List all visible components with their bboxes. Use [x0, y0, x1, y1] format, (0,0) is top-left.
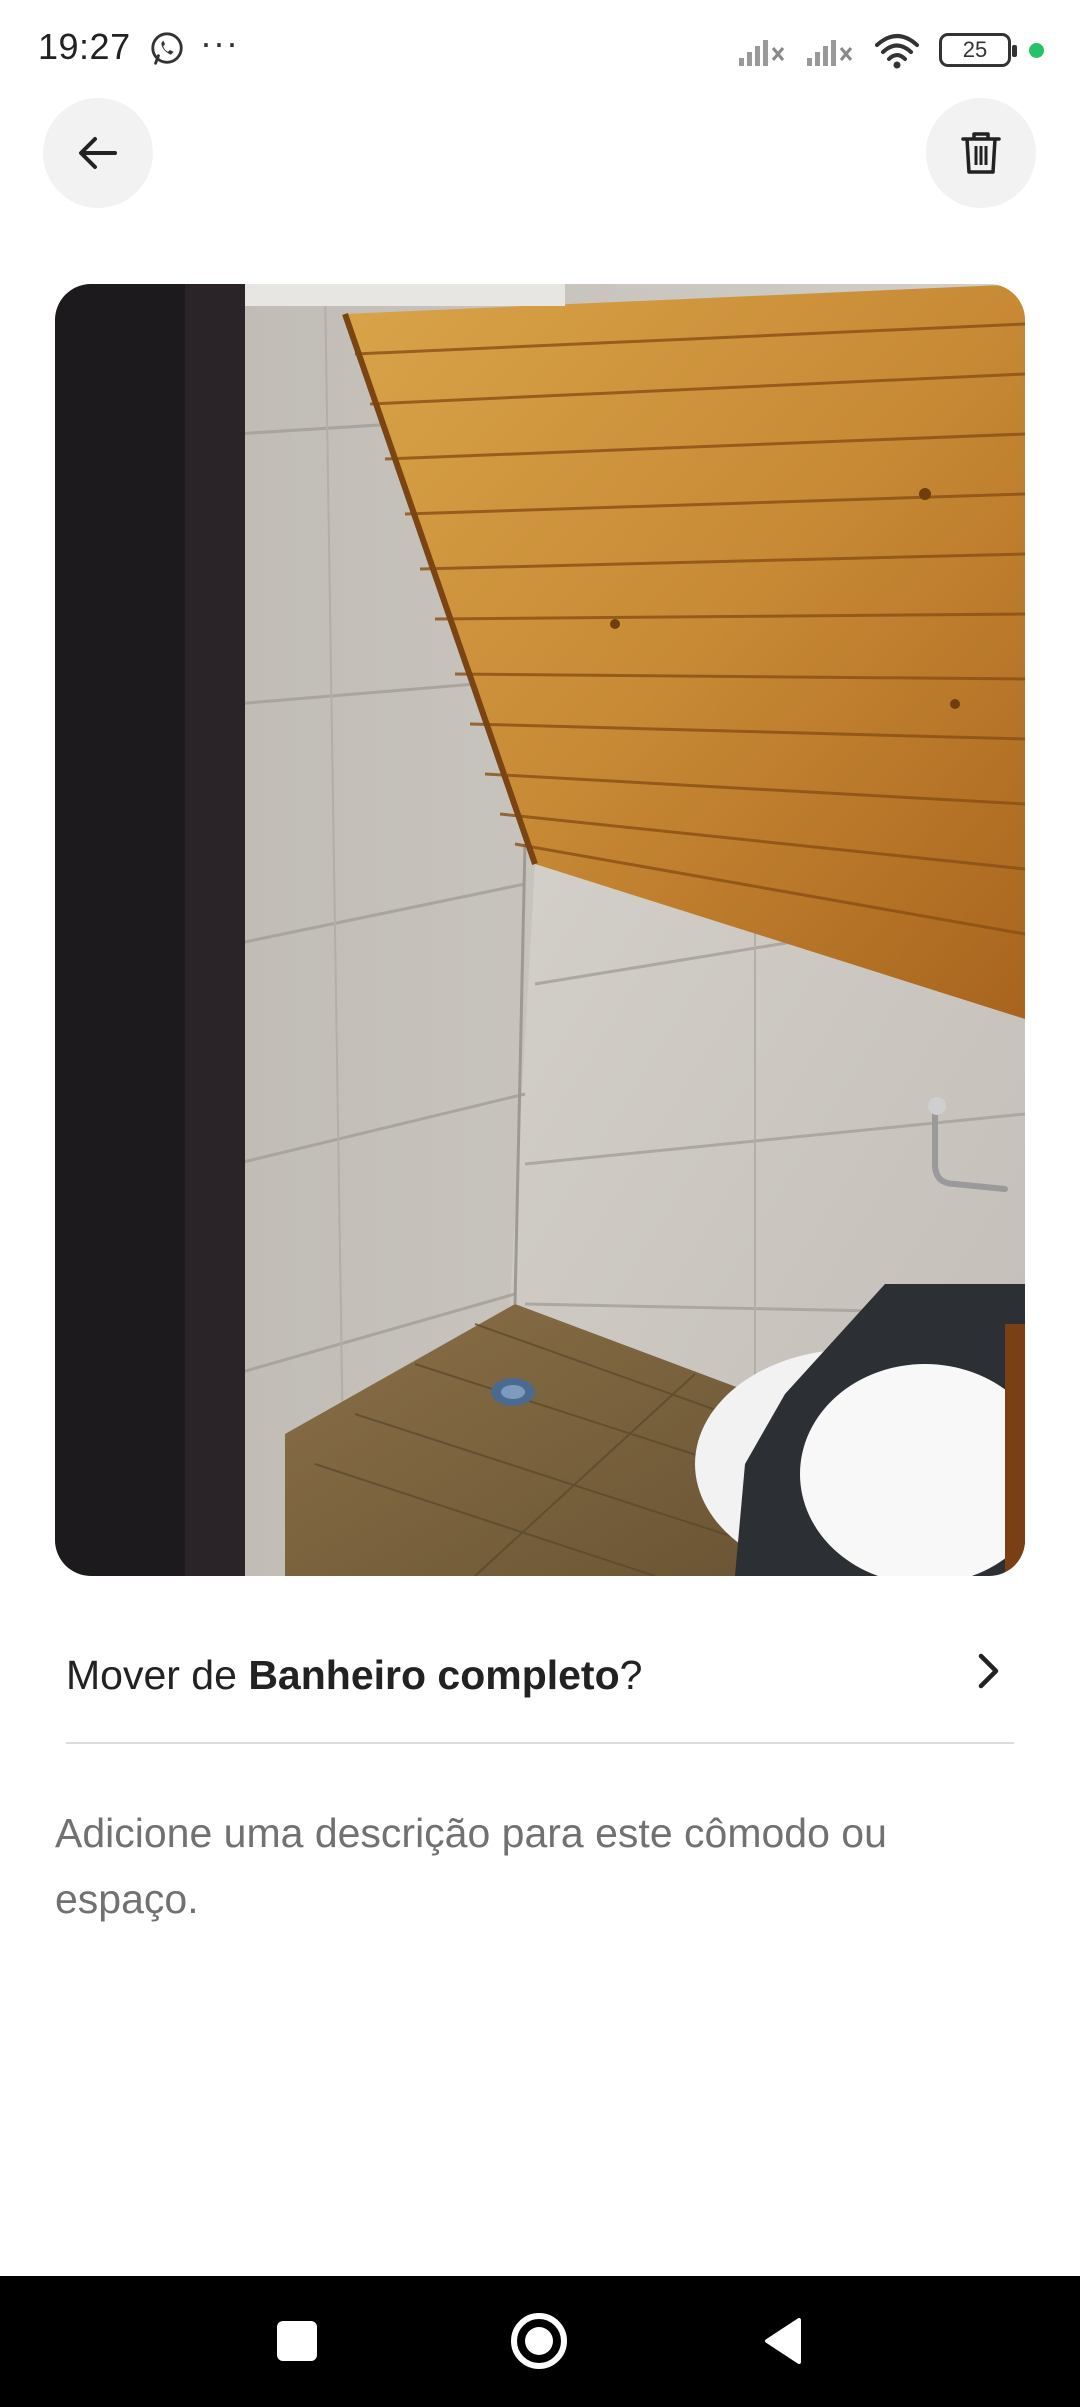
arrow-left-icon	[79, 137, 117, 169]
move-room-text: Mover de Banheiro completo?	[66, 1652, 642, 1699]
system-nav-bar	[0, 2276, 1080, 2407]
status-bar: 19:27 ··· 25	[0, 0, 1080, 96]
recents-button[interactable]	[262, 2306, 332, 2376]
move-prefix: Mover de	[66, 1651, 249, 1698]
status-icons: 25	[737, 30, 1044, 70]
signal-icon	[739, 40, 785, 66]
delete-button[interactable]	[926, 98, 1036, 208]
signal-icon	[807, 40, 853, 66]
status-time: 19:27	[38, 26, 131, 67]
nav-back-button[interactable]	[748, 2306, 818, 2376]
privacy-indicator	[1029, 42, 1044, 58]
battery-level: 25	[962, 37, 988, 62]
photo-image	[55, 284, 1025, 1576]
chevron-right-icon	[978, 1653, 999, 1689]
wifi-icon	[875, 34, 919, 69]
move-suffix: ?	[619, 1651, 643, 1698]
more-notifications-icon: ···	[200, 22, 239, 63]
trash-icon	[961, 132, 1001, 174]
back-triangle-icon	[765, 2318, 801, 2364]
description-input[interactable]: Adicione uma descrição para este cômodo …	[55, 1800, 1015, 1932]
screen: 19:27 ··· 25 Mover de Banheiro completo?…	[0, 0, 1080, 2407]
home-button[interactable]	[504, 2306, 574, 2376]
whatsapp-icon	[151, 32, 183, 65]
move-room-row[interactable]: Mover de Banheiro completo?	[66, 1620, 1014, 1744]
back-button[interactable]	[43, 98, 153, 208]
room-name: Banheiro completo	[248, 1651, 620, 1698]
bathroom-photo[interactable]	[55, 284, 1025, 1576]
battery-icon: 25	[939, 33, 1017, 67]
recents-square-icon	[277, 2321, 317, 2361]
home-circle-icon	[511, 2313, 567, 2369]
